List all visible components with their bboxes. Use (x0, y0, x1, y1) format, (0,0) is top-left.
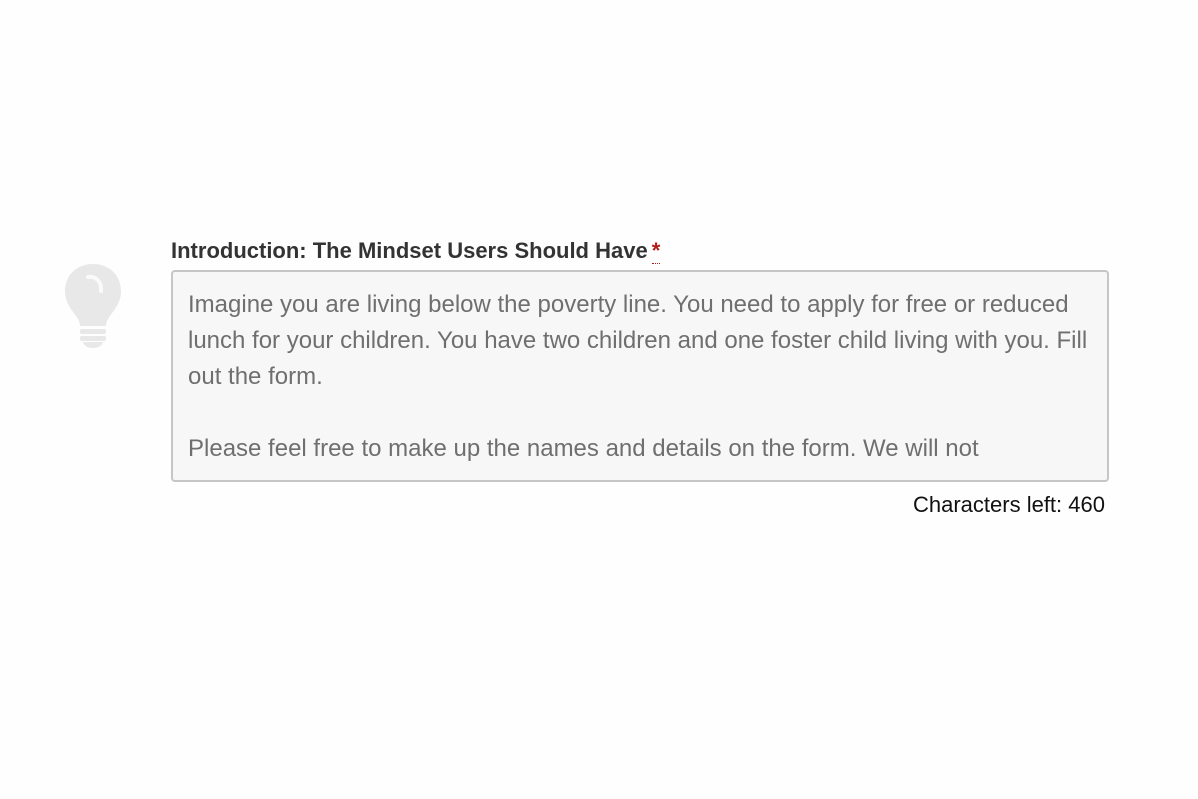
counter-label: Characters left: (912, 492, 1063, 517)
introduction-textarea[interactable]: Imagine you are living below the poverty… (171, 270, 1109, 482)
characters-left-counter: Characters left: 460 (171, 490, 1109, 520)
lightbulb-icon (62, 262, 124, 348)
field-label: Introduction: The Mindset Users Should H… (171, 236, 1109, 268)
required-marker: * (651, 238, 661, 264)
field-label-text: Introduction: The Mindset Users Should H… (171, 238, 648, 263)
form-page: Introduction: The Mindset Users Should H… (0, 0, 1198, 799)
counter-value: 460 (1068, 492, 1105, 517)
introduction-field: Introduction: The Mindset Users Should H… (171, 236, 1109, 520)
